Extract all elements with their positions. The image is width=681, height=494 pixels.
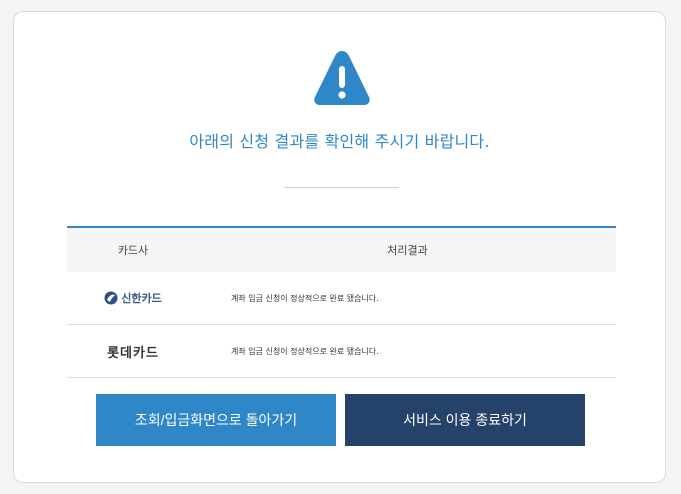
result-table: 카드사 처리결과 신한카드 계좌 입금 신청이 정상적으로 완료 됐습니다. 롯… <box>67 226 616 378</box>
back-to-inquiry-button[interactable]: 조회/입금화면으로 돌아가기 <box>96 394 336 446</box>
lotte-card-logo: 롯데카드 <box>107 345 159 361</box>
header-card-company: 카드사 <box>117 244 149 257</box>
warning-icon <box>314 51 370 105</box>
header-result: 처리결과 <box>387 244 428 257</box>
result-card: 아래의 신청 결과를 확인해 주시기 바랍니다. 카드사 처리결과 신한카드 계… <box>13 11 666 483</box>
table-header: 카드사 처리결과 <box>67 228 616 272</box>
result-cell: 계좌 입금 신청이 정상적으로 완료 됐습니다. <box>231 293 379 303</box>
shinhan-logo-icon <box>104 291 118 305</box>
card-name: 신한카드 <box>121 292 162 305</box>
table-row: 신한카드 계좌 입금 신청이 정상적으로 완료 됐습니다. <box>67 272 616 325</box>
card-company-cell: 신한카드 <box>67 290 199 306</box>
result-cell: 계좌 입금 신청이 정상적으로 완료 됐습니다. <box>231 346 379 356</box>
table-row: 롯데카드 계좌 입금 신청이 정상적으로 완료 됐습니다. <box>67 325 616 378</box>
result-message: 아래의 신청 결과를 확인해 주시기 바랍니다. <box>189 132 490 151</box>
divider <box>284 187 399 188</box>
end-service-button[interactable]: 서비스 이용 종료하기 <box>345 394 585 446</box>
card-company-cell: 롯데카드 <box>67 342 199 361</box>
shinhan-card-logo: 신한카드 <box>104 290 162 306</box>
